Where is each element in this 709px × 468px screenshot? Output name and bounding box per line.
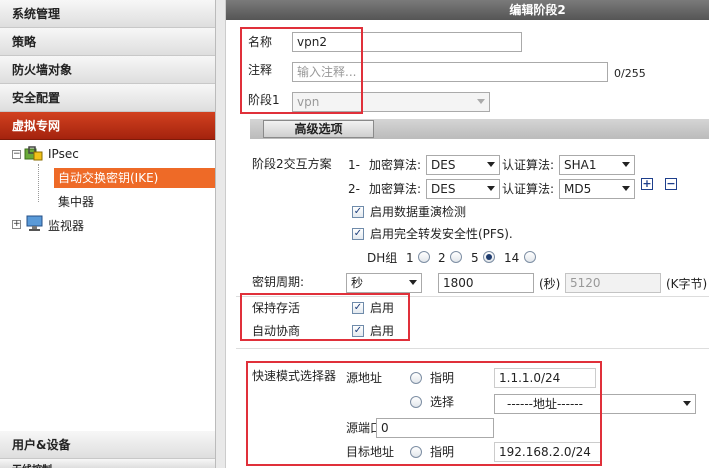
nav-firewall-objects[interactable]: 防火墙对象	[0, 56, 215, 84]
chevron-down-icon	[487, 186, 495, 191]
tree-item-ike[interactable]: 自动交换密钥(IKE)	[54, 168, 215, 188]
proposal-1-index: 1-	[348, 158, 360, 172]
proposal-2-enc-label: 加密算法:	[369, 182, 422, 196]
page-title: 编辑阶段2	[226, 0, 709, 20]
replay-detection-label: 启用数据重演检测	[370, 205, 467, 219]
chevron-down-icon	[622, 162, 630, 167]
kbytes-unit-label: (K字节)	[666, 277, 708, 291]
src-specify-label: 指明	[430, 371, 455, 385]
nav-user-device[interactable]: 用户&设备	[0, 431, 215, 459]
proposal-1-auth-select[interactable]: SHA1	[559, 155, 635, 175]
autonego-label: 自动协商	[252, 324, 301, 338]
dh-option-1-radio[interactable]	[418, 251, 430, 263]
phase1-value: vpn	[297, 95, 320, 109]
proposal-2-enc-select[interactable]: DES	[426, 179, 500, 199]
chevron-down-icon	[487, 162, 495, 167]
keylife-label: 密钥周期:	[252, 275, 305, 289]
keylife-kbytes-input[interactable]: 5120	[565, 273, 661, 293]
proposal-label: 阶段2交互方案	[252, 157, 332, 171]
proposal-2-index: 2-	[348, 182, 360, 196]
monitor-icon	[26, 215, 43, 231]
tree-expand-icon[interactable]: +	[12, 220, 21, 229]
proposal-1-enc-value: DES	[431, 158, 456, 172]
keepalive-label: 保持存活	[252, 301, 301, 315]
sidebar: 系统管理 策略 防火墙对象 安全配置 虚拟专网 − IPsec 自动交换密钥(I…	[0, 0, 216, 468]
dst-specify-radio[interactable]	[410, 446, 422, 458]
pfs-checkbox[interactable]: ✓	[352, 228, 364, 240]
dst-specify-label: 指明	[430, 445, 455, 459]
seconds-unit-label: (秒)	[539, 277, 561, 291]
autonego-checkbox[interactable]: ✓	[352, 325, 364, 337]
comment-input[interactable]: 输入注释...	[292, 62, 608, 82]
add-proposal-icon[interactable]: +	[641, 178, 653, 190]
src-addr-select[interactable]: ------地址------	[494, 394, 696, 414]
proposal-1-auth-label: 认证算法:	[502, 158, 555, 172]
dh-option-14-label: 14	[504, 251, 520, 265]
name-label: 名称	[248, 35, 273, 49]
pfs-label: 启用完全转发安全性(PFS).	[370, 227, 513, 241]
dh-option-2-label: 2	[438, 251, 446, 265]
nav-vpn[interactable]: 虚拟专网	[0, 112, 215, 140]
edit-phase2-panel: 编辑阶段2 名称 vpn2 注释 输入注释... 0/255 阶段1 vpn 高…	[226, 0, 709, 468]
vpn-tree: − IPsec 自动交换密钥(IKE) 集中器 + 监视器	[0, 142, 215, 432]
proposal-2-auth-select[interactable]: MD5	[559, 179, 635, 199]
comment-counter: 0/255	[614, 67, 646, 80]
proposal-1-auth-value: SHA1	[564, 158, 597, 172]
dh-option-5-radio[interactable]	[483, 251, 495, 263]
tree-item-monitor[interactable]: 监视器	[48, 216, 84, 236]
proposal-1-enc-select[interactable]: DES	[426, 155, 500, 175]
comment-label: 注释	[248, 63, 273, 77]
name-input[interactable]: vpn2	[292, 32, 522, 52]
src-addr-select-value: ------地址------	[507, 397, 583, 411]
dh-option-2-radio[interactable]	[450, 251, 462, 263]
advanced-options-button[interactable]: 高级选项	[263, 120, 374, 138]
phase1-select[interactable]: vpn	[292, 92, 490, 112]
dh-option-5-label: 5	[471, 251, 479, 265]
phase1-label: 阶段1	[248, 93, 280, 107]
chevron-down-icon	[409, 280, 417, 285]
remove-proposal-icon[interactable]: −	[665, 178, 677, 190]
proposal-1-enc-label: 加密算法:	[369, 158, 422, 172]
src-select-label: 选择	[430, 395, 455, 409]
nav-wireless[interactable]: 无线控制	[0, 459, 215, 468]
dh-option-1-label: 1	[406, 251, 414, 265]
nav-security-profiles[interactable]: 安全配置	[0, 84, 215, 112]
nav-policy[interactable]: 策略	[0, 28, 215, 56]
quickmode-label: 快速模式选择器	[252, 369, 337, 383]
keylife-seconds-input[interactable]: 1800	[438, 273, 534, 293]
src-specify-radio[interactable]	[410, 372, 422, 384]
dst-addr-input[interactable]: 192.168.2.0/24	[494, 442, 602, 462]
keepalive-checkbox[interactable]: ✓	[352, 302, 364, 314]
src-addr-input[interactable]: 1.1.1.0/24	[494, 368, 596, 388]
keylife-unit-value: 秒	[351, 276, 364, 290]
chevron-down-icon	[477, 99, 485, 104]
tree-item-concentrator[interactable]: 集中器	[58, 192, 94, 212]
dh-group-label: DH组	[367, 251, 398, 265]
chevron-down-icon	[622, 186, 630, 191]
src-port-input[interactable]: 0	[376, 418, 494, 438]
keepalive-enable-label: 启用	[370, 301, 395, 315]
autonego-enable-label: 启用	[370, 324, 395, 338]
panel-splitter[interactable]	[216, 0, 226, 468]
src-addr-label: 源地址	[346, 371, 383, 385]
proposal-2-auth-value: MD5	[564, 182, 592, 196]
ipsec-icon	[24, 146, 43, 161]
src-select-radio[interactable]	[410, 396, 422, 408]
chevron-down-icon	[683, 401, 691, 406]
dst-addr-label: 目标地址	[346, 445, 395, 459]
nav-system-admin[interactable]: 系统管理	[0, 0, 215, 28]
proposal-2-enc-value: DES	[431, 182, 456, 196]
dh-option-14-radio[interactable]	[524, 251, 536, 263]
keylife-unit-select[interactable]: 秒	[346, 273, 422, 293]
replay-detection-checkbox[interactable]: ✓	[352, 206, 364, 218]
tree-item-ipsec[interactable]: IPsec	[48, 144, 79, 164]
proposal-2-auth-label: 认证算法:	[502, 182, 555, 196]
tree-collapse-icon[interactable]: −	[12, 150, 21, 159]
